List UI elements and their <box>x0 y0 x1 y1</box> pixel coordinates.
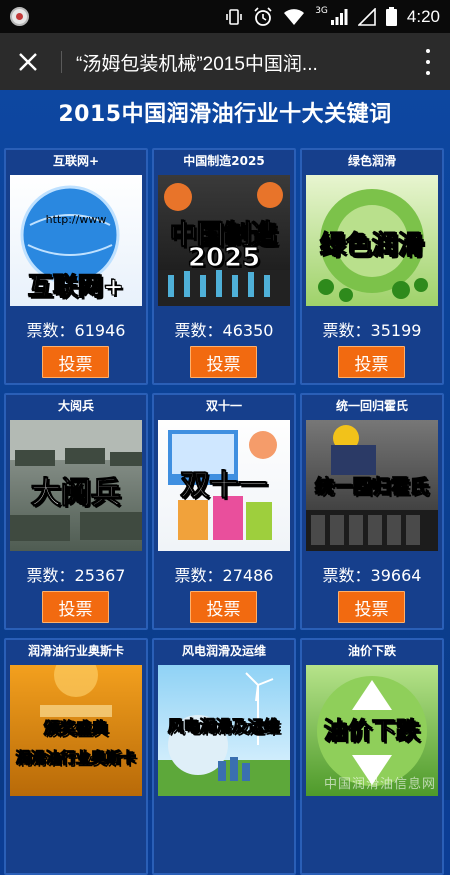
card-image-subcaption: 颁奖盛典 <box>43 719 108 739</box>
card-title: 统一回归霍氏 <box>335 399 408 413</box>
card-image[interactable]: 双十一 <box>158 420 290 551</box>
card-image[interactable]: 风电润滑及运维 <box>158 665 290 796</box>
status-icons: 3G 4:20 <box>225 0 440 33</box>
card-image[interactable]: 中国制造 2025 <box>158 175 290 306</box>
card-image-caption: 绿色润滑 <box>319 231 424 262</box>
page-heading: 2015中国润滑油行业十大关键词 <box>58 102 392 127</box>
wifi-icon <box>284 8 305 25</box>
card-image[interactable]: 润滑油行业奥斯卡 颁奖盛典 <box>10 665 142 796</box>
page-title: “汤姆包装机械”2015中国润... <box>76 54 318 75</box>
close-button[interactable] <box>12 46 44 78</box>
vote-count: 票数：61946 <box>26 321 126 340</box>
vote-button[interactable]: 投票 <box>190 591 257 623</box>
card-image-caption: 风电润滑及运维 <box>167 717 280 737</box>
card-image-caption: 双十一 <box>180 468 268 503</box>
card-title: 绿色润滑 <box>347 154 396 168</box>
card-image[interactable]: 统一回归霍氏 <box>306 420 438 551</box>
network-type-label: 3G <box>315 5 328 16</box>
card-image-caption: 统一回归霍氏 <box>314 476 429 499</box>
card-image-caption: 互联网+ <box>28 272 125 302</box>
vote-button[interactable]: 投票 <box>338 591 405 623</box>
app-notification-icon <box>10 7 29 26</box>
vote-button[interactable]: 投票 <box>338 346 405 378</box>
keyword-card: 油价下跌 油价下跌 <box>300 638 444 875</box>
main-content[interactable]: 2015中国润滑油行业十大关键词 互联网+ 互联网+ http://www 票数：61… <box>0 90 450 875</box>
keyword-card: 风电润滑及运维 风电润滑及运维 <box>152 638 296 875</box>
keyword-card: 双十一 双十一 票数：27486 投票 <box>152 393 296 630</box>
alarm-icon <box>254 6 272 26</box>
card-image[interactable]: 互联网+ http://www <box>10 175 142 306</box>
card-image-subcaption: http://www <box>45 213 107 226</box>
card-title: 大阅兵 <box>57 399 94 413</box>
vote-count: 票数：25367 <box>26 566 126 585</box>
site-watermark: 中国润滑油信息网 <box>323 777 436 792</box>
no-sim-signal-icon <box>357 7 376 26</box>
vote-count: 票数：35199 <box>322 321 422 340</box>
vote-count: 票数：27486 <box>174 566 274 585</box>
card-image-caption: 大阅兵 <box>31 476 122 512</box>
card-title: 风电润滑及运维 <box>181 644 266 658</box>
keyword-card: 统一回归霍氏 统一回归霍氏 票数：39664 投票 <box>300 393 444 630</box>
vote-button[interactable]: 投票 <box>42 346 109 378</box>
card-title: 油价下跌 <box>347 644 396 658</box>
card-image-subcaption: 2025 <box>187 243 261 274</box>
vote-count: 票数：46350 <box>174 321 274 340</box>
card-image-caption: 润滑油行业奥斯卡 <box>15 749 136 768</box>
battery-icon <box>385 7 397 26</box>
vote-count: 票数：39664 <box>322 566 422 585</box>
keyword-card: 大阅兵 大阅兵 票数：25367 投票 <box>4 393 148 630</box>
keyword-card: 润滑油行业奥斯卡 润滑油行业奥斯卡 颁奖盛典 <box>4 638 148 875</box>
app-bar: “汤姆包装机械”2015中国润... <box>0 33 450 90</box>
keyword-card: 绿色润滑 绿色润滑 票数：35199 投票 <box>300 148 444 385</box>
appbar-divider <box>61 51 62 73</box>
clock: 4:20 <box>406 6 440 26</box>
more-options-button[interactable] <box>422 49 434 75</box>
cell-signal-icon <box>330 8 348 25</box>
card-title: 中国制造2025 <box>183 154 265 168</box>
card-title: 润滑油行业奥斯卡 <box>27 644 124 658</box>
keyword-card: 中国制造2025 中国制造 2025 票数：46350 投票 <box>152 148 296 385</box>
card-title: 互联网+ <box>52 154 100 168</box>
status-bar: 3G 4:20 <box>0 0 450 33</box>
close-icon <box>19 53 37 71</box>
vote-button[interactable]: 投票 <box>42 591 109 623</box>
keyword-card: 互联网+ 互联网+ http://www 票数：61946 投票 <box>4 148 148 385</box>
card-image[interactable]: 绿色润滑 <box>306 175 438 306</box>
card-title: 双十一 <box>205 399 242 413</box>
card-image-caption: 油价下跌 <box>324 717 421 746</box>
vote-button[interactable]: 投票 <box>190 346 257 378</box>
vibrate-icon <box>226 8 243 25</box>
card-image[interactable]: 大阅兵 <box>10 420 142 551</box>
